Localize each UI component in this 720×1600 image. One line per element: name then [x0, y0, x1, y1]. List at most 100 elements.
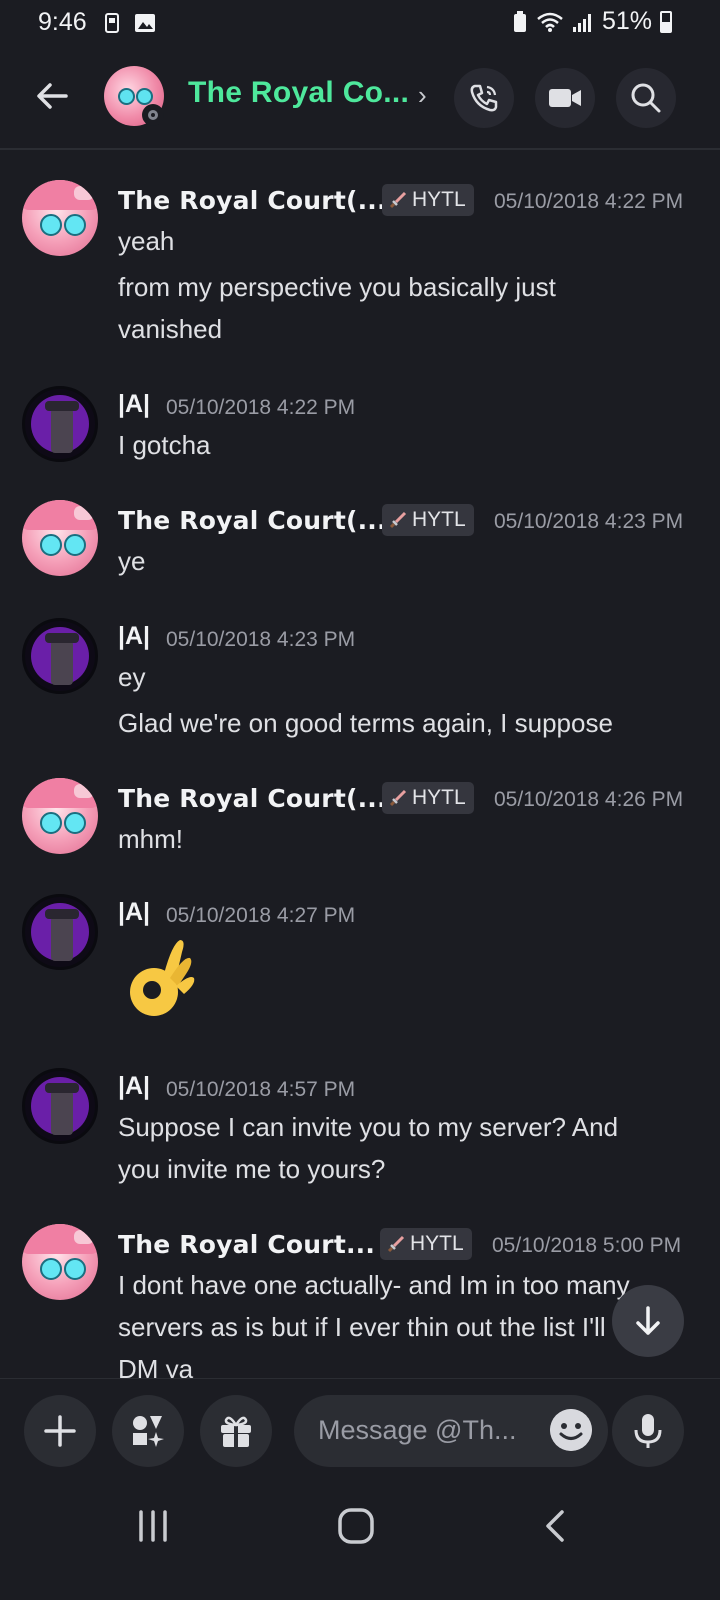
microphone-icon: [634, 1414, 662, 1448]
message-text: servers as is but if I ever thin out the…: [118, 1312, 606, 1342]
avatar-hat: [45, 1083, 79, 1093]
plus-icon: [44, 1415, 76, 1447]
message-timestamp: 05/10/2018 5:00 PM: [492, 1234, 682, 1257]
arrow-down-icon: [636, 1306, 660, 1335]
avatar-eye: [64, 534, 86, 556]
gift-icon: [221, 1416, 251, 1447]
message-text: ye: [118, 546, 146, 576]
message-timestamp: 05/10/2018 4:26 PM: [494, 788, 684, 811]
system-navigation-bar: [0, 1480, 720, 1600]
avatar-eye: [64, 812, 86, 834]
search-icon: [631, 83, 661, 113]
user-avatar[interactable]: [22, 618, 98, 694]
role-label: HYTL: [412, 508, 466, 531]
message-text: Glad we're on good terms again, I suppos…: [118, 708, 613, 738]
jump-to-bottom-button[interactable]: [612, 1285, 684, 1357]
phone-icon: [470, 84, 498, 112]
sword-icon: [389, 789, 407, 807]
ok-hand-icon[interactable]: [124, 934, 196, 1024]
message-input[interactable]: Message @Th...: [294, 1395, 608, 1467]
author-name[interactable]: The Royal Court...: [118, 1230, 375, 1259]
offline-status-icon: [142, 104, 164, 126]
user-avatar[interactable]: [22, 1224, 98, 1300]
message-list[interactable]: The Royal Court(... HYTL 05/10/2018 4:22…: [0, 150, 720, 1378]
channel-avatar[interactable]: [104, 66, 164, 126]
home-icon[interactable]: [336, 1506, 376, 1546]
user-avatar[interactable]: [22, 386, 98, 462]
message-text: ey: [118, 662, 146, 692]
battery-percent: 51%: [601, 7, 652, 35]
voice-message-button[interactable]: [612, 1395, 684, 1467]
call-button[interactable]: [454, 68, 514, 128]
message-text: DM ya: [118, 1354, 194, 1378]
user-avatar[interactable]: [22, 778, 98, 854]
message-text: I dont have one actually- and Im in too …: [118, 1270, 630, 1300]
status-bar: 9:46 51%: [0, 0, 720, 46]
avatar-bow: [74, 784, 94, 798]
notification-app-icon: [105, 13, 119, 33]
status-system-icons: 51%: [512, 7, 672, 36]
user-avatar[interactable]: [22, 1068, 98, 1144]
add-attachment-button[interactable]: [24, 1395, 96, 1467]
author-name[interactable]: |A|: [118, 622, 150, 651]
author-name[interactable]: The Royal Court(...: [118, 186, 387, 215]
user-avatar[interactable]: [22, 894, 98, 970]
avatar-eye: [40, 214, 62, 236]
status-time: 9:46: [38, 8, 87, 36]
author-name[interactable]: |A|: [118, 390, 150, 419]
message-text: yeah: [118, 226, 175, 256]
avatar-eye: [64, 1258, 86, 1280]
battery-saver-icon: [513, 10, 526, 32]
message-text: you invite me to yours?: [118, 1154, 386, 1184]
message-timestamp: 05/10/2018 4:23 PM: [494, 510, 684, 533]
avatar-eye: [136, 88, 153, 105]
smiley-icon[interactable]: [550, 1409, 592, 1451]
message-text: I gotcha: [118, 430, 211, 460]
avatar-bow: [74, 1230, 94, 1244]
avatar-hat: [45, 401, 79, 411]
sword-icon: [389, 191, 407, 209]
video-call-button[interactable]: [535, 68, 595, 128]
message-timestamp: 05/10/2018 4:23 PM: [166, 628, 356, 651]
role-label: HYTL: [410, 1232, 464, 1255]
video-camera-icon: [549, 89, 581, 107]
sword-icon: [389, 511, 407, 529]
message-timestamp: 05/10/2018 4:27 PM: [166, 904, 356, 927]
role-tag[interactable]: HYTL: [382, 184, 474, 216]
battery-icon: [660, 10, 672, 33]
signal-icon: [572, 13, 591, 32]
author-name[interactable]: The Royal Court(...: [118, 506, 387, 535]
sword-icon: [387, 1235, 405, 1253]
role-label: HYTL: [412, 188, 466, 211]
chat-header: The Royal Co... ›: [0, 46, 720, 150]
search-button[interactable]: [616, 68, 676, 128]
role-tag[interactable]: HYTL: [382, 504, 474, 536]
gift-button[interactable]: [200, 1395, 272, 1467]
avatar-eye: [40, 534, 62, 556]
recent-apps-icon[interactable]: [136, 1508, 170, 1544]
chevron-right-icon[interactable]: ›: [418, 80, 427, 111]
avatar-bow: [74, 506, 94, 520]
message-text: vanished: [118, 314, 223, 344]
apps-button[interactable]: [112, 1395, 184, 1467]
channel-title[interactable]: The Royal Co...: [188, 76, 409, 110]
author-name[interactable]: The Royal Court(...: [118, 784, 387, 813]
message-text: mhm!: [118, 824, 183, 854]
avatar-eye: [40, 1258, 62, 1280]
avatar-eye: [118, 88, 135, 105]
arrow-left-icon[interactable]: [32, 76, 72, 116]
avatar-eye: [40, 812, 62, 834]
user-avatar[interactable]: [22, 180, 98, 256]
avatar-hat: [45, 633, 79, 643]
role-tag[interactable]: HYTL: [382, 782, 474, 814]
apps-icon: [133, 1416, 164, 1447]
role-tag[interactable]: HYTL: [380, 1228, 472, 1260]
avatar-eye: [64, 214, 86, 236]
user-avatar[interactable]: [22, 500, 98, 576]
wifi-icon: [537, 12, 563, 32]
author-name[interactable]: |A|: [118, 1072, 150, 1101]
role-label: HYTL: [412, 786, 466, 809]
nav-back-icon[interactable]: [542, 1508, 570, 1544]
status-notification-icons: [104, 12, 156, 34]
author-name[interactable]: |A|: [118, 898, 150, 927]
